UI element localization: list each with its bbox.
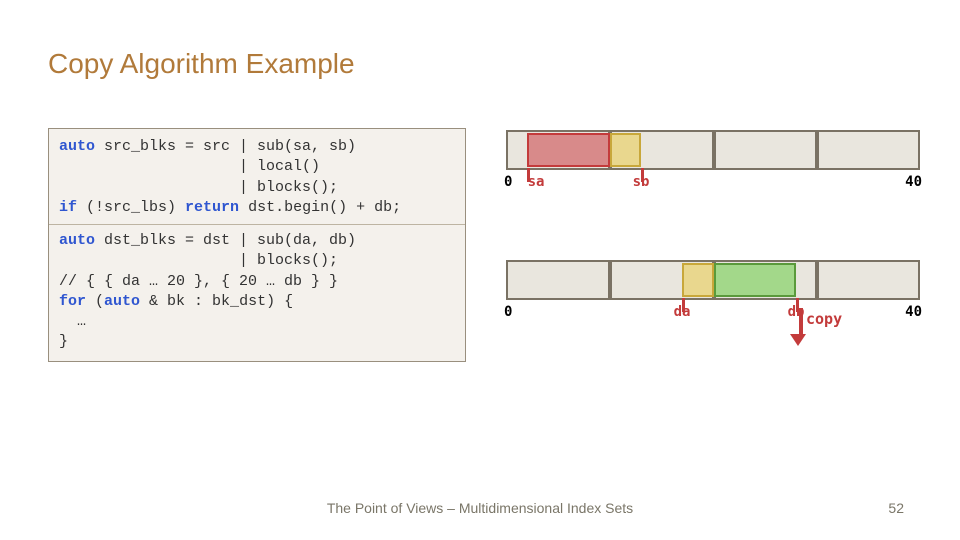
page-number: 52 [888, 500, 904, 516]
label-end: 40 [905, 174, 922, 190]
code-block: auto src_blks = src | sub(sa, sb) | loca… [48, 128, 466, 362]
src-track: sa sb 0 40 [506, 130, 920, 170]
label-zero: 0 [504, 174, 512, 190]
code-line: | blocks(); [59, 252, 338, 269]
range-sa-split [527, 133, 610, 167]
cell [817, 260, 920, 300]
kw-auto: auto [59, 232, 95, 249]
label-sb: sb [633, 174, 650, 190]
code-line: dst_blks = dst | sub(da, db) [95, 232, 356, 249]
copy-label: copy [806, 310, 842, 328]
code-line: ( [86, 293, 104, 310]
code-separator [49, 224, 465, 225]
label-db: db [788, 304, 805, 320]
kw-return: return [185, 199, 239, 216]
code-line: … [59, 313, 86, 330]
cell [817, 130, 920, 170]
cell [506, 260, 610, 300]
code-line: (!src_lbs) [77, 199, 185, 216]
code-line: src_blks = src | sub(sa, sb) [95, 138, 356, 155]
code-line: dst.begin() + db; [239, 199, 401, 216]
kw-for: for [59, 293, 86, 310]
range-da-split [682, 263, 714, 297]
label-da: da [674, 304, 691, 320]
cell [714, 130, 817, 170]
code-line: | blocks(); [59, 179, 338, 196]
slide-title: Copy Algorithm Example [48, 48, 355, 80]
code-line: // { { da … 20 }, { 20 … db } } [59, 273, 338, 290]
kw-auto: auto [104, 293, 140, 310]
dst-track: da db 0 40 [506, 260, 920, 300]
footer-text: The Point of Views – Multidimensional In… [0, 500, 960, 516]
label-zero: 0 [504, 304, 512, 320]
range-split-db [714, 263, 796, 297]
kw-if: if [59, 199, 77, 216]
label-sa: sa [528, 174, 545, 190]
code-line: | local() [59, 158, 320, 175]
kw-auto: auto [59, 138, 95, 155]
code-line: & bk : bk_dst) { [140, 293, 293, 310]
slide: Copy Algorithm Example auto src_blks = s… [0, 0, 960, 540]
label-end: 40 [905, 304, 922, 320]
code-line: } [59, 333, 68, 350]
range-split-sb [610, 133, 641, 167]
diagram: sa sb 0 40 copy da db 0 40 [506, 130, 920, 210]
